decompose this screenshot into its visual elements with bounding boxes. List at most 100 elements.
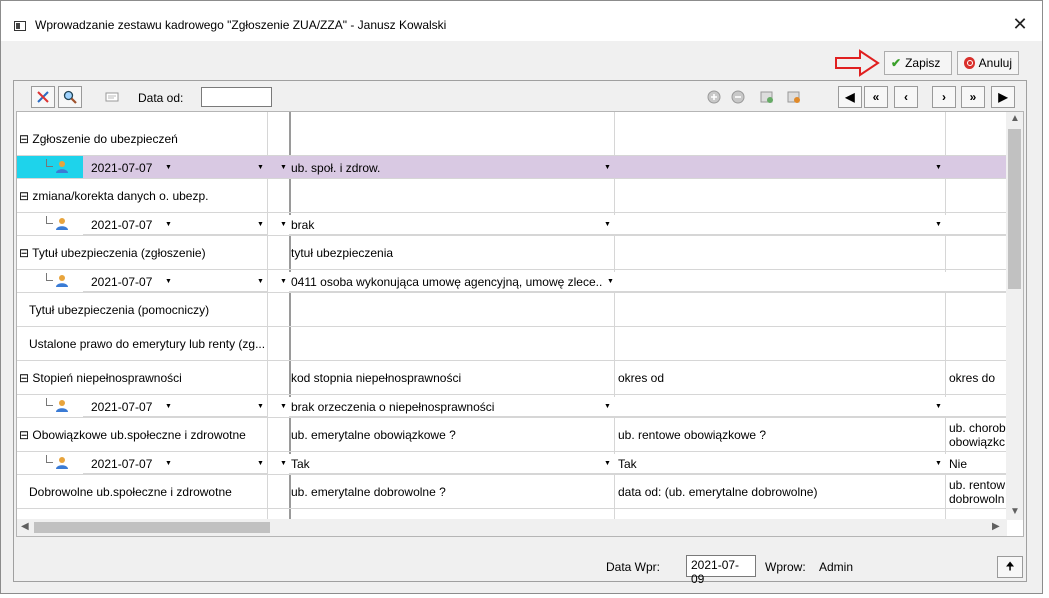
column-header-col2: ub. emerytalne obowiązkowe ? (291, 428, 456, 442)
column-header-col4: okres do (949, 371, 996, 385)
data-wpr-input[interactable]: 2021-07-09 (686, 555, 756, 586)
scroll-right-icon[interactable]: ▶ (992, 521, 1000, 532)
value-dropdown-icon[interactable]: ▼ (280, 278, 287, 285)
edit-record-button[interactable] (782, 86, 806, 108)
cancel-button-label: Anuluj (978, 56, 1012, 70)
plus-circle-icon (707, 90, 721, 104)
scroll-down-icon[interactable]: ▼ (1010, 506, 1020, 517)
person-icon (55, 217, 69, 231)
row-divider (17, 212, 1007, 213)
date-dropdown-icon[interactable]: ▼ (165, 221, 172, 228)
section-label[interactable]: ⊟ Stopień niepełnosprawności (19, 371, 265, 385)
window-title: Wprowadzanie zestawu kadrowego "Zgłoszen… (35, 18, 447, 32)
column-header-col3: okres od (618, 371, 665, 385)
entry-col2-value[interactable]: Tak (291, 457, 602, 471)
column-header-col3: data od: (ub. emerytalne dobrowolne) (618, 485, 818, 499)
next-button[interactable]: › (932, 86, 956, 108)
cell-dropdown-icon[interactable]: ▼ (935, 403, 942, 410)
tools-button[interactable] (31, 86, 55, 108)
cell-dropdown-icon[interactable]: ▼ (935, 460, 942, 467)
tree-connector (46, 398, 53, 406)
last-page-button[interactable]: ▶ (991, 86, 1015, 108)
prev-fast-button[interactable]: « (864, 86, 888, 108)
date-dropdown-icon[interactable]: ▼ (165, 278, 172, 285)
column-header-col4: ub. rentow dobrowoln (949, 478, 1006, 506)
card-button[interactable] (100, 86, 124, 108)
section-label[interactable]: ⊟ Tytuł ubezpieczenia (zgłoszenie) (19, 246, 265, 260)
entry-col2-value[interactable]: ub. społ. i zdrow. (291, 161, 602, 175)
value-dropdown-icon[interactable]: ▼ (280, 164, 287, 171)
aux-dropdown-icon[interactable]: ▼ (257, 221, 264, 228)
card-icon (105, 92, 119, 102)
date-dropdown-icon[interactable]: ▼ (165, 403, 172, 410)
scroll-up-icon[interactable]: ▲ (1010, 113, 1020, 124)
cell-dropdown-icon[interactable]: ▼ (604, 164, 611, 171)
entry-col4-value[interactable]: Nie (949, 457, 1007, 471)
entry-date[interactable]: 2021-07-07 (91, 218, 161, 232)
scroll-left-icon[interactable]: ◀ (21, 521, 29, 532)
section-label: Ustalone prawo do emerytury lub renty (z… (29, 337, 266, 351)
cell-dropdown-icon[interactable]: ▼ (604, 460, 611, 467)
value-dropdown-icon[interactable]: ▼ (280, 221, 287, 228)
row-divider (17, 235, 1007, 236)
cell-dropdown-icon[interactable]: ▼ (607, 278, 614, 285)
horizontal-scrollbar[interactable]: ◀ ▶ (17, 519, 1007, 536)
date-dropdown-icon[interactable]: ▼ (165, 164, 172, 171)
records-panel: Data od: ◀ « ‹ › » ▶ ⊟ Zgłoszenie do ube… (13, 80, 1027, 586)
combo-cell[interactable] (614, 397, 945, 417)
section-label[interactable]: ⊟ Zgłoszenie do ubezpieczeń (19, 132, 265, 146)
section-label[interactable]: ⊟ zmiana/korekta danych o. ubezp. (19, 189, 265, 203)
prev-button[interactable]: ‹ (894, 86, 918, 108)
next-fast-button[interactable]: » (961, 86, 985, 108)
cancel-button[interactable]: Anuluj (957, 51, 1019, 75)
value-dropdown-icon[interactable]: ▼ (280, 403, 287, 410)
combo-cell[interactable] (614, 272, 945, 292)
person-icon (55, 399, 69, 413)
section-label[interactable]: ⊟ Obowiązkowe ub.społeczne i zdrowotne (19, 428, 265, 442)
cell-dropdown-icon[interactable]: ▼ (604, 403, 611, 410)
aux-dropdown-icon[interactable]: ▼ (257, 403, 264, 410)
aux-dropdown-icon[interactable]: ▼ (257, 460, 264, 467)
entry-date[interactable]: 2021-07-07 (91, 161, 161, 175)
entry-col2-value[interactable]: 0411 osoba wykonująca umowę agencyjną, u… (291, 275, 602, 289)
combo-cell[interactable] (945, 272, 1007, 292)
combo-cell[interactable] (945, 215, 1007, 235)
entry-date[interactable]: 2021-07-07 (91, 275, 161, 289)
row-divider (17, 292, 1007, 293)
entry-col3-value[interactable]: Tak (618, 457, 935, 471)
horizontal-scroll-thumb[interactable] (34, 522, 270, 533)
aux-dropdown-icon[interactable]: ▼ (257, 278, 264, 285)
cell-dropdown-icon[interactable]: ▼ (935, 221, 942, 228)
arrow-up-icon: 🠉 (1005, 560, 1015, 573)
save-button[interactable]: ✔ Zapisz (884, 51, 952, 75)
go-top-button[interactable]: 🠉 (997, 556, 1023, 578)
data-od-input[interactable] (201, 87, 272, 107)
value-dropdown-icon[interactable]: ▼ (280, 460, 287, 467)
aux-dropdown-icon[interactable]: ▼ (257, 164, 264, 171)
wprow-value: Admin (819, 560, 854, 574)
column-header-col4: ub. chorob obowiązkc (949, 421, 1006, 449)
tree-connector (46, 159, 53, 167)
copy-record-button[interactable] (755, 86, 779, 108)
first-page-button[interactable]: ◀ (838, 86, 862, 108)
remove-record-button[interactable] (726, 86, 750, 108)
vertical-scrollbar[interactable]: ▲ ▼ (1006, 112, 1023, 520)
grid-toolbar: Data od: ◀ « ‹ › » ▶ (14, 81, 1026, 111)
entry-col2-value[interactable]: brak (291, 218, 602, 232)
combo-cell[interactable] (945, 397, 1007, 417)
title-bar: Wprowadzanie zestawu kadrowego "Zgłoszen… (1, 1, 1042, 41)
search-button[interactable] (58, 86, 82, 108)
add-record-button[interactable] (702, 86, 726, 108)
close-button[interactable]: ✕ (1010, 14, 1030, 34)
date-dropdown-icon[interactable]: ▼ (165, 460, 172, 467)
grid-body: ⊟ Zgłoszenie do ubezpieczeń 2021-07-07 ▼ ▼ ▼… (17, 112, 1007, 536)
cell-dropdown-icon[interactable]: ▼ (935, 164, 942, 171)
vertical-scroll-thumb[interactable] (1008, 129, 1021, 289)
combo-cell[interactable] (614, 215, 945, 235)
row-divider (17, 178, 1007, 179)
entry-col2-value[interactable]: brak orzeczenia o niepełnosprawności (291, 400, 602, 414)
cell-dropdown-icon[interactable]: ▼ (604, 221, 611, 228)
entry-date[interactable]: 2021-07-07 (91, 457, 161, 471)
entry-date[interactable]: 2021-07-07 (91, 400, 161, 414)
minus-circle-icon (731, 90, 745, 104)
